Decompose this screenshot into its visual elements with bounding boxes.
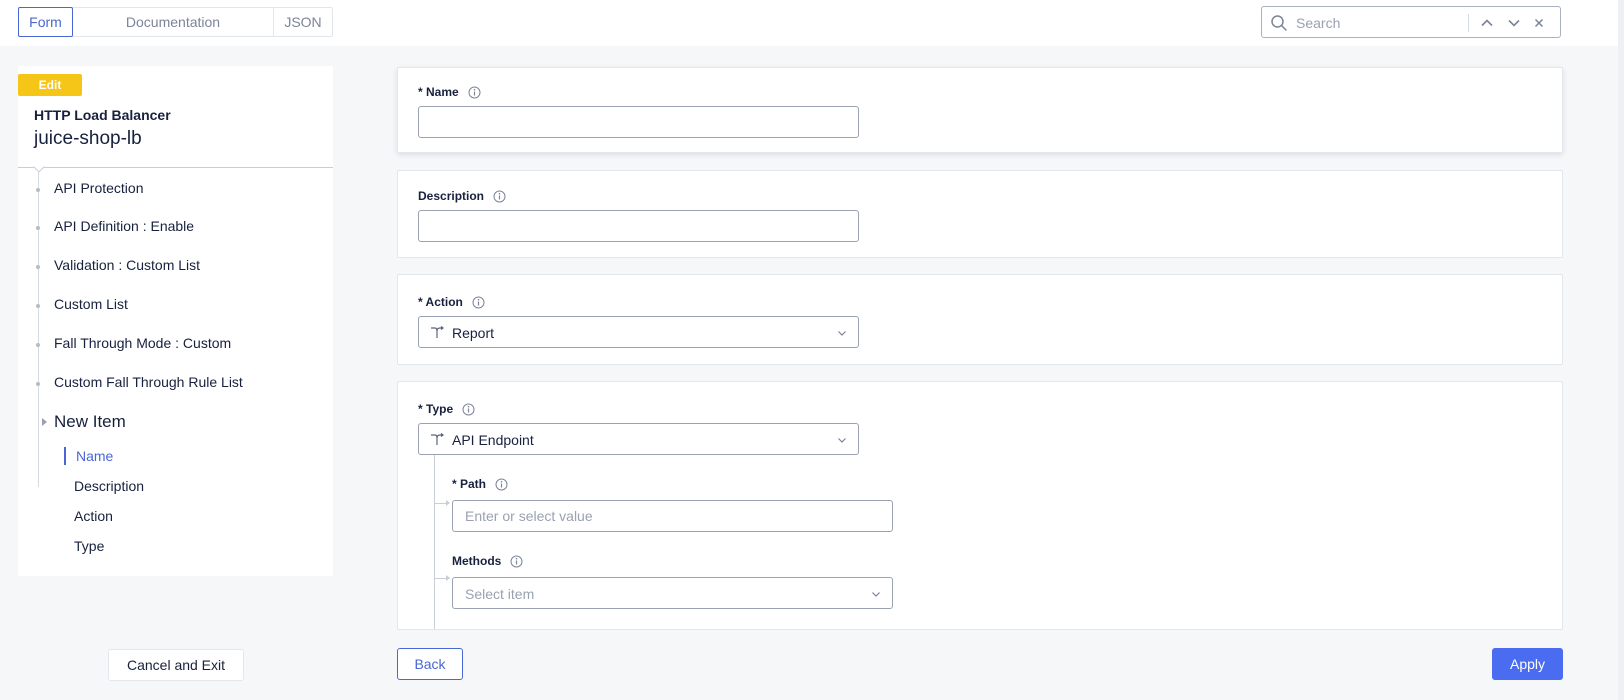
type-card: * Type API Endpoint * Path Methods Selec…	[397, 381, 1563, 630]
tree-dot	[36, 188, 40, 192]
sidebar-item-api-definition[interactable]: API Definition : Enable	[54, 218, 194, 234]
methods-select[interactable]: Select item	[452, 577, 893, 609]
info-icon[interactable]	[510, 555, 523, 568]
methods-field-label: Methods	[452, 554, 523, 568]
description-input[interactable]	[418, 210, 859, 242]
name-label-text: * Name	[418, 85, 459, 99]
type-select-value: API Endpoint	[452, 432, 534, 448]
search-separator	[1468, 14, 1469, 32]
info-icon[interactable]	[472, 296, 485, 309]
tree-dot	[36, 382, 40, 386]
back-button[interactable]: Back	[397, 648, 463, 680]
sidebar-section-action[interactable]: Action	[74, 508, 113, 524]
next-match-button[interactable]	[1505, 14, 1523, 32]
chevron-up-icon	[1481, 19, 1493, 27]
tree-dot	[36, 304, 40, 308]
apply-button[interactable]: Apply	[1492, 648, 1563, 680]
path-field-label: * Path	[452, 477, 508, 491]
nested-tree-branch	[434, 503, 446, 504]
caret-right-icon	[42, 418, 47, 426]
path-label-text: * Path	[452, 477, 487, 491]
tree-dot	[36, 265, 40, 269]
type-label-text: * Type	[418, 402, 454, 416]
active-section-indicator	[64, 447, 66, 465]
name-input[interactable]	[418, 106, 859, 138]
object-kind: HTTP Load Balancer	[34, 107, 171, 123]
tab-json[interactable]: JSON	[274, 8, 332, 36]
sidebar-section-description[interactable]: Description	[74, 478, 144, 494]
sidebar-section-type[interactable]: Type	[74, 538, 104, 554]
chevron-down-icon	[838, 438, 846, 443]
chevron-down-icon	[872, 592, 880, 597]
name-card: * Name	[397, 67, 1563, 153]
tree-dot	[36, 343, 40, 347]
search-icon	[1271, 15, 1287, 31]
description-card: Description	[397, 170, 1563, 258]
chevron-down-icon	[1508, 19, 1520, 27]
page-scrollbar[interactable]	[1618, 0, 1624, 700]
tab-form[interactable]: Form	[18, 7, 73, 37]
cancel-and-exit-button[interactable]: Cancel and Exit	[108, 649, 244, 681]
info-icon[interactable]	[495, 478, 508, 491]
methods-label-text: Methods	[452, 554, 502, 568]
nested-tree-line	[434, 455, 435, 629]
fork-icon	[431, 326, 444, 338]
sidebar-item-api-protection[interactable]: API Protection	[54, 180, 144, 196]
description-label-text: Description	[418, 189, 485, 203]
fork-icon	[431, 433, 444, 445]
description-field-label: Description	[418, 189, 506, 203]
info-icon[interactable]	[462, 403, 475, 416]
sidebar-divider-notch	[33, 161, 45, 173]
clear-search-button[interactable]	[1530, 14, 1548, 32]
type-field-label: * Type	[418, 402, 475, 416]
sidebar-item-fall-through-mode[interactable]: Fall Through Mode : Custom	[54, 335, 231, 351]
sidebar-section-name[interactable]: Name	[76, 448, 113, 464]
sidebar-item-validation[interactable]: Validation : Custom List	[54, 257, 200, 273]
info-icon[interactable]	[493, 190, 506, 203]
sidebar-item-new-item[interactable]: New Item	[54, 412, 126, 432]
tree-dot	[36, 226, 40, 230]
type-select[interactable]: API Endpoint	[418, 423, 859, 455]
top-bar: Form Documentation JSON	[0, 0, 1624, 46]
view-tabs: Form Documentation JSON	[18, 7, 333, 37]
sidebar: Edit HTTP Load Balancer juice-shop-lb AP…	[18, 66, 333, 576]
action-label-text: * Action	[418, 295, 463, 309]
tab-documentation[interactable]: Documentation	[73, 8, 274, 36]
action-card: * Action Report	[397, 274, 1563, 365]
action-select-value: Report	[452, 325, 495, 341]
chevron-down-icon	[838, 331, 846, 336]
object-name: juice-shop-lb	[34, 128, 142, 149]
sidebar-item-custom-list[interactable]: Custom List	[54, 296, 128, 312]
sidebar-tree-line	[38, 171, 39, 487]
nested-tree-arrow	[446, 575, 450, 581]
methods-select-placeholder: Select item	[465, 586, 535, 602]
search-input[interactable]	[1296, 13, 1456, 33]
nested-tree-branch	[434, 578, 446, 579]
sidebar-divider	[18, 167, 333, 168]
path-input[interactable]	[452, 500, 893, 532]
name-field-label: * Name	[418, 85, 481, 99]
info-icon[interactable]	[468, 86, 481, 99]
sidebar-item-fall-through-rules[interactable]: Custom Fall Through Rule List	[54, 374, 243, 390]
previous-match-button[interactable]	[1478, 14, 1496, 32]
action-select[interactable]: Report	[418, 316, 859, 348]
close-icon	[1534, 18, 1544, 28]
search-box	[1261, 6, 1561, 38]
edit-badge: Edit	[18, 74, 82, 96]
action-field-label: * Action	[418, 295, 485, 309]
nested-tree-arrow	[446, 500, 450, 506]
